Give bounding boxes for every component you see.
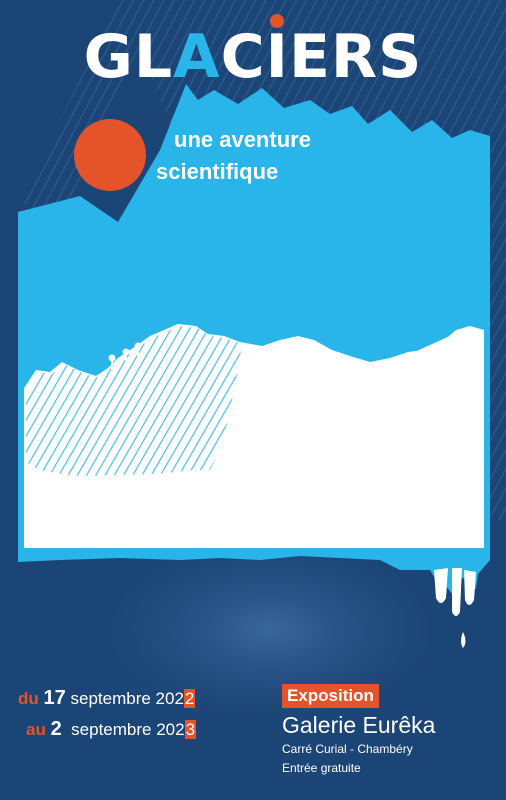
end-date-prefix: au bbox=[26, 720, 46, 739]
poster-subtitle: une aventure scientifique bbox=[156, 124, 311, 188]
exhibition-dates: du 17 septembre 2022 au 2 septembre 2023 bbox=[18, 683, 197, 745]
venue-name: Galerie Eurêka bbox=[282, 712, 436, 738]
start-date-year-digit: 2 bbox=[183, 689, 196, 708]
subtitle-line-2: scientifique bbox=[156, 159, 279, 184]
end-date: au 2 septembre 2023 bbox=[18, 714, 197, 745]
sun-circle-icon bbox=[74, 119, 146, 191]
start-date: du 17 septembre 2022 bbox=[18, 683, 196, 714]
subtitle-line-1: une aventure bbox=[174, 127, 311, 152]
venue-info: Exposition Galerie Eurêka Carré Curial -… bbox=[282, 684, 435, 778]
exposition-badge: Exposition bbox=[282, 684, 379, 708]
start-date-day: 17 bbox=[43, 687, 66, 709]
title-dotted-letter-wrap: I bbox=[265, 14, 289, 92]
title-part-prefix: GL bbox=[83, 22, 174, 92]
poster: GLAC IERS une aventure scientifique du 17… bbox=[0, 0, 506, 800]
end-date-month-year: septembre 202 bbox=[71, 720, 185, 739]
admission-note: Entrée gratuite bbox=[282, 761, 361, 775]
title-dotted-letter: I bbox=[265, 22, 289, 92]
poster-title: GLAC IERS bbox=[0, 14, 506, 92]
title-part-middle: C bbox=[220, 22, 266, 92]
start-date-prefix: du bbox=[18, 689, 39, 708]
end-date-day: 2 bbox=[50, 718, 62, 740]
title-highlight-letter: A bbox=[173, 22, 221, 92]
title-part-suffix: ERS bbox=[288, 22, 423, 92]
glacier-artwork bbox=[18, 0, 506, 740]
start-date-month-year: septembre 202 bbox=[70, 689, 184, 708]
end-date-year-digit: 3 bbox=[184, 720, 197, 739]
venue-location: Carré Curial - Chambéry bbox=[282, 742, 413, 756]
